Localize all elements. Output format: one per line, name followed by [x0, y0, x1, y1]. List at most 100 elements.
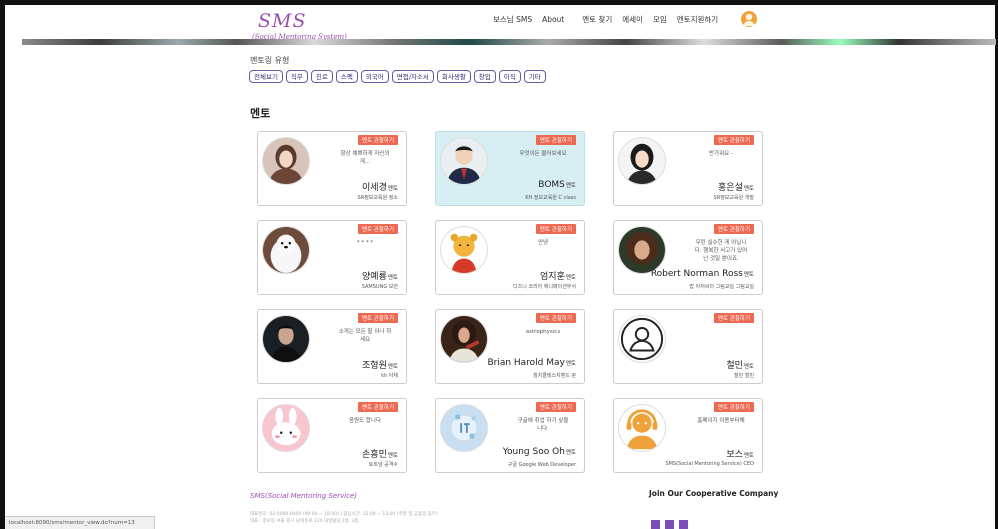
mentor-name-line: 홍은설멘토 — [718, 180, 754, 193]
mentor-intro: * * * * — [356, 240, 374, 246]
nav-boss-sms[interactable]: 보스님 SMS — [493, 14, 532, 25]
mentor-badge[interactable]: 멘토 관찰하기 — [535, 402, 576, 412]
filter-job-change[interactable]: 이직 — [498, 70, 521, 83]
mentor-name: 엄지훈 — [540, 272, 565, 282]
mentor-card[interactable]: 멘토 관찰하기 반가워요 - 홍은설멘토 SR정보교육원 개발 — [613, 131, 763, 206]
mentor-org: SR정보교육원 정소 — [357, 195, 398, 201]
mentor-photo — [440, 226, 488, 274]
mentor-card[interactable]: 멘토 관찰하기 철민멘토 철민 철민 — [613, 309, 763, 384]
mentor-card[interactable]: 멘토 관찰하기 홈페이지 이용부터해 보스멘토 SMS(Social Mento… — [613, 398, 763, 473]
mentor-card[interactable]: 멘토 관찰하기 우린 실수한 게 아닙니다. 행복한 사고가 있어난 것일 뿐이… — [613, 220, 763, 295]
partner-logo[interactable] — [679, 520, 688, 529]
mentor-name: 보스 — [726, 450, 743, 460]
nav-about[interactable]: About — [542, 15, 564, 24]
mentor-org: kh 아체 — [381, 373, 398, 379]
mentor-card[interactable]: 멘토 관찰하기 * * * * 양예룡멘토 SAMSUNG 보안 — [257, 220, 407, 295]
support-agent-icon — [618, 404, 666, 452]
mentor-name-line: 양예룡멘토 — [362, 269, 398, 282]
mentor-card[interactable]: 멘토 관찰하기 astrophysics Brian Harold May멘토 … — [435, 309, 585, 384]
footer-brand: SMS(Social Mentoring Service) — [250, 492, 357, 500]
mentor-suffix: 멘토 — [743, 272, 754, 278]
mentor-card[interactable]: 멘토 관찰하기 소개는 모든 할 이나 하세요 조형원멘토 kh 아체 — [257, 309, 407, 384]
footer-contact: 대표번호: 02-0000-0000 (09:00 ~ 18:00) | 점심시… — [250, 512, 438, 517]
filter-spec[interactable]: 스펙 — [335, 70, 358, 83]
mentor-badge[interactable]: 멘토 관찰하기 — [357, 135, 398, 145]
mentor-name-line: 이세경멘토 — [362, 180, 398, 193]
user-avatar-icon[interactable] — [741, 11, 757, 27]
mentor-badge[interactable]: 멘토 관찰하기 — [357, 224, 398, 234]
mentor-suffix: 멘토 — [565, 361, 576, 367]
mentor-org: SR정보교육원 개발 — [713, 195, 754, 201]
mentor-name: 철민 — [726, 361, 743, 371]
mentor-name: Young Soo Oh — [502, 447, 565, 457]
mentor-suffix: 멘토 — [387, 275, 398, 281]
mentor-intro: 홈페이지 이용부터해 — [697, 418, 745, 424]
mentor-photo — [618, 137, 666, 185]
filter-language[interactable]: 외국어 — [360, 70, 389, 83]
mentor-name: Brian Harold May — [487, 358, 565, 368]
partner-logo[interactable] — [651, 520, 660, 529]
mentor-badge[interactable]: 멘토 관찰하기 — [713, 224, 754, 234]
mentor-badge[interactable]: 멘토 관찰하기 — [357, 402, 398, 412]
footer-address: 대표 : 종로동 서울 중구 남대문로 120 대일빌딩 2층, 3층 — [250, 519, 359, 524]
mentor-org: 디즈니 코리아 애니메이션부서 — [513, 284, 576, 290]
filter-etc[interactable]: 기타 — [523, 70, 546, 83]
mentor-name-line: 엄지훈멘토 — [540, 269, 576, 282]
mentor-card[interactable]: 멘토 관찰하기 무엇이든 물어보세요 BOMS멘토 KH 정보교육원 C cla… — [435, 131, 585, 206]
logo-title: SMS — [258, 10, 307, 32]
mentor-suffix: 멘토 — [565, 275, 576, 281]
mentor-name-line: Brian Harold May멘토 — [487, 358, 576, 368]
mentor-badge[interactable]: 멘토 관찰하기 — [713, 402, 754, 412]
mentor-intro: 소개는 모든 할 이나 하세요 — [338, 329, 392, 343]
mentor-org: 구글 Google Web Developer — [507, 462, 576, 468]
mentor-badge[interactable]: 멘토 관찰하기 — [535, 313, 576, 323]
mentor-intro: 우린 실수한 게 아닙니다. 행복한 사고가 있어난 것일 뿐이죠. — [694, 240, 748, 262]
mentor-photo — [262, 226, 310, 274]
window-frame-left — [0, 0, 5, 529]
mentor-photo — [262, 137, 310, 185]
mentor-photo — [262, 404, 310, 452]
mentor-photo — [440, 404, 488, 452]
hero-banner-strip — [22, 39, 996, 45]
top-nav: 보스님 SMS About 멘토 찾기 에세이 모임 멘토지원하기 — [493, 14, 718, 25]
mentor-badge[interactable]: 멘토 관찰하기 — [535, 135, 576, 145]
mentor-org: 철민 철민 — [734, 373, 754, 379]
mentor-badge[interactable]: 멘토 관찰하기 — [535, 224, 576, 234]
mentor-badge[interactable]: 멘토 관찰하기 — [357, 313, 398, 323]
filter-company-life[interactable]: 회사생활 — [436, 70, 471, 83]
mentor-name: Robert Norman Ross — [650, 269, 743, 279]
nav-essay[interactable]: 에세이 — [622, 14, 643, 25]
mentor-card[interactable]: 멘토 관찰하기 안녕 엄지훈멘토 디즈니 코리아 애니메이션부서 — [435, 220, 585, 295]
filter-all[interactable]: 전체보기 — [249, 70, 283, 83]
mentor-name-line: 철민멘토 — [726, 358, 754, 371]
filter-interview[interactable]: 면접/자소서 — [391, 70, 434, 83]
mentor-intro: 반가워요 - — [709, 151, 733, 157]
mentor-card[interactable]: 멘토 관찰하기 응원도 합니다 손흥민멘토 토트넘 공격수 — [257, 398, 407, 473]
mentor-org: 월치클레스지벤드 퀸 — [533, 373, 576, 379]
partner-logo[interactable] — [665, 520, 674, 529]
filter-startup[interactable]: 창업 — [473, 70, 496, 83]
nav-meeting[interactable]: 모임 — [653, 14, 667, 25]
nav-apply-mentor[interactable]: 멘토지원하기 — [677, 14, 718, 25]
filter-job[interactable]: 직무 — [285, 70, 308, 83]
mentor-badge[interactable]: 멘토 관찰하기 — [713, 135, 754, 145]
mentor-org: 밥 아저씨의 그림교실 그림교실 — [689, 284, 754, 290]
default-user-icon — [618, 315, 666, 363]
mentor-org: SAMSUNG 보안 — [361, 284, 398, 290]
mentor-badge[interactable]: 멘토 관찰하기 — [713, 313, 754, 323]
mentor-suffix: 멘토 — [387, 186, 398, 192]
mentor-name-line: 손흥민멘토 — [362, 447, 398, 460]
mentor-card[interactable]: 멘토 관찰하기 구글에 취업 하기 싶을 니다. Young Soo Oh멘토 … — [435, 398, 585, 473]
site-logo[interactable]: SMS (Social Mentoring System) — [248, 10, 368, 41]
mentor-name: 손흥민 — [362, 450, 387, 460]
mentor-name-line: Robert Norman Ross멘토 — [651, 269, 754, 279]
mentor-section-title: 멘토 — [250, 107, 271, 120]
nav-find-mentor[interactable]: 멘토 찾기 — [582, 14, 612, 25]
mentor-name: 양예룡 — [362, 272, 387, 282]
mentor-org: SMS(Social Mentoring Service) CEO — [665, 461, 754, 467]
filter-career[interactable]: 진로 — [310, 70, 333, 83]
mentor-card[interactable]: 멘토 관찰하기 항상 예쁘하게 자신의 게... 이세경멘토 SR정보교육원 정… — [257, 131, 407, 206]
mentor-suffix: 멘토 — [743, 186, 754, 192]
mentor-name: BOMS — [538, 180, 565, 190]
mentor-name-line: Young Soo Oh멘토 — [503, 447, 576, 457]
